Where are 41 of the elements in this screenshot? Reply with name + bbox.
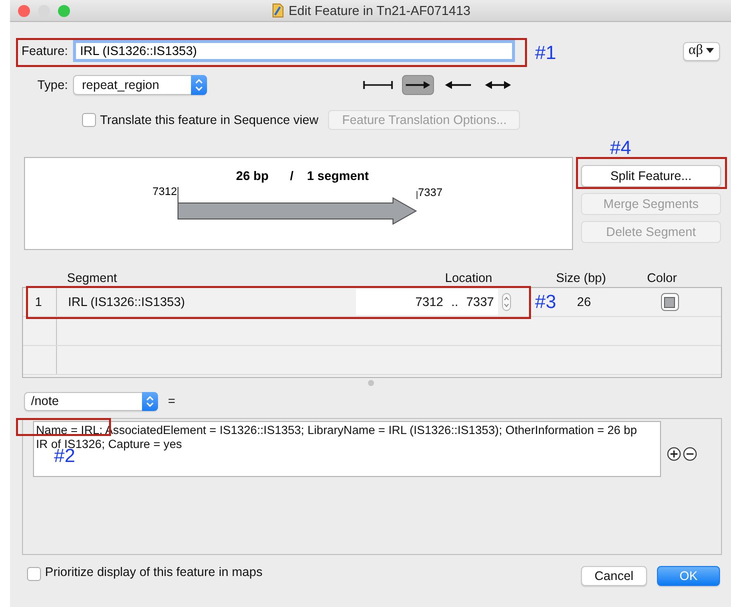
segment-action-button[interactable]: Split Feature... [581,165,721,187]
remove-icon[interactable] [683,447,697,461]
color-button[interactable] [660,293,679,311]
length-label: 26 bp [236,169,269,183]
feature-name-field[interactable]: IRL (IS1326::IS1353) [73,40,515,62]
annotation-label: #3 [535,291,556,315]
column-header: Size (bp) [556,270,606,288]
checkbox-label: Translate this feature in Sequence view [100,112,318,129]
caret-icon [706,48,714,54]
window-title: Edit Feature in Tn21-AF071413 [288,2,470,20]
size-value: 26 [577,294,591,311]
chevron-icon [142,392,158,411]
cancel-button[interactable]: Cancel [581,566,647,586]
annotation-label: #2 [54,450,76,464]
chevron-icon [191,75,207,95]
separator-text: / [290,169,294,183]
end-tick [416,190,418,200]
type-label: Type: [36,76,69,94]
alphabet-button[interactable]: αβ [682,42,720,60]
type-select[interactable]: repeat_region [73,75,207,95]
column-header: Location [445,270,492,288]
column-header: Color [647,270,677,288]
document-icon [270,3,284,18]
stepper[interactable] [502,293,511,311]
splitter-handle[interactable] [368,380,374,386]
annotation-label: #4 [610,137,632,161]
segment-name: IRL (IS1326::IS1353) [68,294,186,311]
qualifier-select[interactable]: /note [24,392,158,411]
row-number: 1 [23,288,57,316]
end-position-label: 7337 [418,187,442,199]
checkbox[interactable] [82,113,96,127]
checkbox[interactable] [27,567,41,581]
location-field[interactable]: 7312 .. 7337 [356,289,498,315]
checkbox-label: Prioritize display of this feature in maps [45,564,262,581]
annotation-label: #1 [535,42,556,66]
column-header: Segment [67,270,118,288]
start-position-label: 7312 [152,186,177,198]
segment-count-label: 1 segment [307,169,369,183]
feature-label: Feature: [20,42,69,60]
add-icon[interactable] [667,447,681,461]
equals-sign: = [168,393,176,410]
